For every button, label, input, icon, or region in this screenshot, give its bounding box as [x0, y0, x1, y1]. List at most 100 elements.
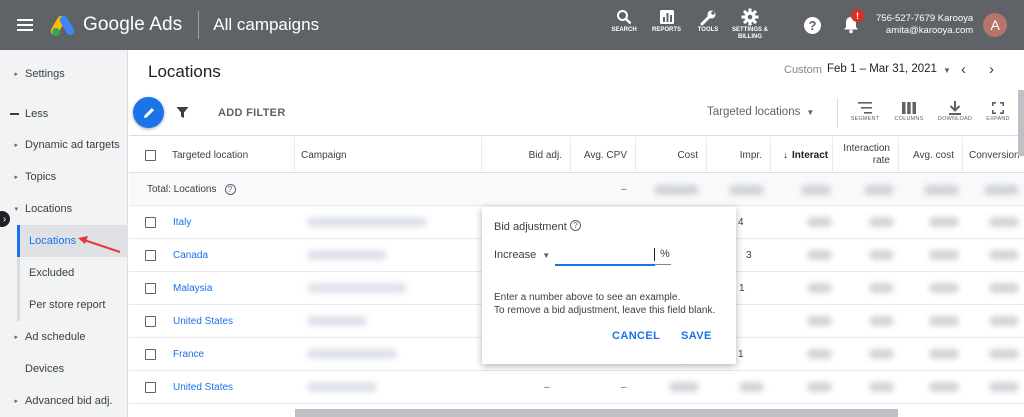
table-row[interactable]: United States – –	[129, 371, 1024, 404]
header-targeted-location[interactable]: Targeted location	[129, 137, 295, 173]
segment-button[interactable]: SEGMENT	[843, 99, 887, 122]
unit-underline	[655, 264, 671, 265]
previous-period-chevron-icon[interactable]: ‹	[961, 61, 966, 78]
header-bid-adj[interactable]: Bid adj.	[482, 137, 571, 173]
save-button[interactable]: SAVE	[681, 330, 712, 342]
popup-title: Bid adjustment	[494, 221, 567, 233]
settings-billing-button[interactable]: SETTINGS & BILLING	[727, 7, 773, 41]
header-interactions[interactable]: ↓ Interact	[771, 137, 833, 173]
impressions-partial: 1	[739, 282, 745, 294]
header-label: Cost	[677, 149, 698, 161]
help-circle-icon[interactable]: ?	[570, 220, 581, 231]
expand-button[interactable]: EXPAND	[976, 99, 1020, 122]
help-icon[interactable]: ?	[804, 16, 821, 34]
sidebar-item-locations-group[interactable]: ▾ Locations	[0, 193, 128, 225]
columns-icon	[902, 99, 916, 116]
sidebar-item-per-store-report[interactable]: Per store report	[17, 289, 128, 321]
help-circle-icon[interactable]: ?	[224, 183, 236, 195]
adjustment-type-select[interactable]: Increase ▼	[494, 249, 550, 261]
account-email: amita@karooya.com	[885, 25, 974, 36]
sidebar-item-label: Dynamic ad targets	[25, 139, 120, 151]
row-checkbox[interactable]	[145, 348, 156, 360]
reports-button[interactable]: REPORTS	[644, 7, 689, 41]
header-interaction-rate[interactable]: Interaction rate	[833, 137, 899, 173]
page-title: Locations	[148, 62, 221, 81]
header-tools: SEARCH REPORTS TOOLS SETTINGS & BILLING	[604, 7, 773, 41]
row-checkbox[interactable]	[145, 381, 156, 393]
location-link[interactable]: United States	[173, 371, 233, 403]
bid-adjustment-input[interactable]	[555, 244, 655, 266]
header-label: Bid adj.	[528, 149, 562, 161]
next-period-chevron-icon[interactable]: ›	[989, 61, 994, 78]
brand-name[interactable]: Google Ads	[83, 14, 182, 36]
add-filter-button[interactable]: ADD FILTER	[218, 107, 286, 119]
date-dropdown-icon[interactable]: ▼	[943, 66, 951, 75]
header-conversions[interactable]: Conversion	[963, 137, 1024, 173]
bid-adjustment-popup: Bid adjustment ? Increase ▼ % Enter a num…	[482, 207, 736, 364]
wrench-icon	[700, 7, 717, 27]
expand-icon	[992, 99, 1004, 116]
sidebar-item-devices[interactable]: Devices	[0, 353, 128, 385]
sidebar-item-excluded[interactable]: Excluded	[17, 257, 128, 289]
percent-unit: %	[660, 248, 670, 260]
expand-label: EXPAND	[986, 116, 1010, 122]
sidebar-item-dynamic-ad-targets[interactable]: ▸ Dynamic ad targets	[0, 129, 128, 161]
header-label: Avg. CPV	[583, 149, 627, 161]
caret-right-icon: ▸	[14, 334, 18, 341]
sidebar-item-topics[interactable]: ▸ Topics	[0, 161, 128, 193]
date-range-label: Custom	[784, 64, 822, 76]
header-label: Impr.	[739, 149, 762, 161]
row-checkbox[interactable]	[145, 315, 156, 327]
targeted-locations-dropdown[interactable]: Targeted locations ▼	[707, 106, 814, 118]
account-area: ? ! 756-527-7679 Karooya amita@karooya.c…	[790, 0, 1008, 50]
total-label: Total: Locations ?	[147, 173, 236, 205]
header-cost[interactable]: Cost	[636, 137, 707, 173]
hamburger-menu-icon[interactable]	[17, 19, 33, 31]
location-link[interactable]: Malaysia	[173, 272, 212, 304]
filter-icon[interactable]	[176, 106, 189, 124]
select-all-checkbox[interactable]	[145, 149, 156, 161]
header-avg-cpv[interactable]: Avg. CPV	[571, 137, 636, 173]
caret-right-icon: ▸	[14, 174, 18, 181]
notifications-button[interactable]: !	[843, 9, 864, 34]
row-checkbox[interactable]	[145, 216, 156, 228]
date-range-picker[interactable]: Feb 1 – Mar 31, 2021	[827, 63, 937, 75]
header-avg-cost[interactable]: Avg. cost	[899, 137, 963, 173]
horizontal-scrollbar[interactable]	[295, 409, 898, 417]
bid-adj-value[interactable]: –	[544, 371, 550, 403]
search-icon	[616, 7, 632, 27]
sidebar-item-ad-schedule[interactable]: ▸ Ad schedule	[0, 321, 128, 353]
toolbar-divider	[837, 98, 838, 128]
download-label: DOWNLOAD	[938, 116, 972, 122]
search-label: SEARCH	[611, 27, 637, 33]
download-icon	[949, 99, 961, 116]
tools-label: TOOLS	[697, 27, 719, 33]
header-label: Interact	[792, 149, 829, 161]
cancel-button[interactable]: CANCEL	[612, 330, 660, 342]
tools-button[interactable]: TOOLS	[689, 7, 727, 41]
sidebar-item-settings[interactable]: ▸ Settings	[0, 58, 128, 90]
account-info[interactable]: 756-527-7679 Karooya amita@karooya.com	[876, 13, 973, 37]
row-checkbox[interactable]	[145, 249, 156, 261]
row-checkbox[interactable]	[145, 282, 156, 294]
search-button[interactable]: SEARCH	[604, 7, 644, 41]
sidebar-item-advanced-bid-adj[interactable]: ▸ Advanced bid adj.	[0, 385, 128, 417]
avatar[interactable]: A	[983, 13, 1008, 37]
location-link[interactable]: Italy	[173, 206, 191, 238]
sidebar-item-less[interactable]: Less	[0, 98, 128, 130]
header-impr[interactable]: Impr.	[707, 137, 771, 173]
google-ads-logo-icon[interactable]	[49, 14, 76, 37]
table-header: Targeted location Campaign Bid adj. Avg.…	[129, 137, 1024, 173]
minus-icon	[0, 113, 25, 115]
location-link[interactable]: Canada	[173, 239, 208, 271]
impressions-partial: 4	[738, 216, 744, 228]
columns-button[interactable]: COLUMNS	[887, 99, 931, 122]
sidebar-item-label: Settings	[25, 68, 65, 80]
location-link[interactable]: United States	[173, 305, 233, 337]
vertical-scrollbar[interactable]	[1018, 90, 1024, 156]
location-link[interactable]: France	[173, 338, 204, 370]
download-button[interactable]: DOWNLOAD	[933, 99, 977, 122]
header-campaign[interactable]: Campaign	[295, 137, 482, 173]
title-row: Locations Custom Feb 1 – Mar 31, 2021 ▼ …	[129, 50, 1024, 90]
edit-pencil-button[interactable]	[133, 97, 164, 128]
